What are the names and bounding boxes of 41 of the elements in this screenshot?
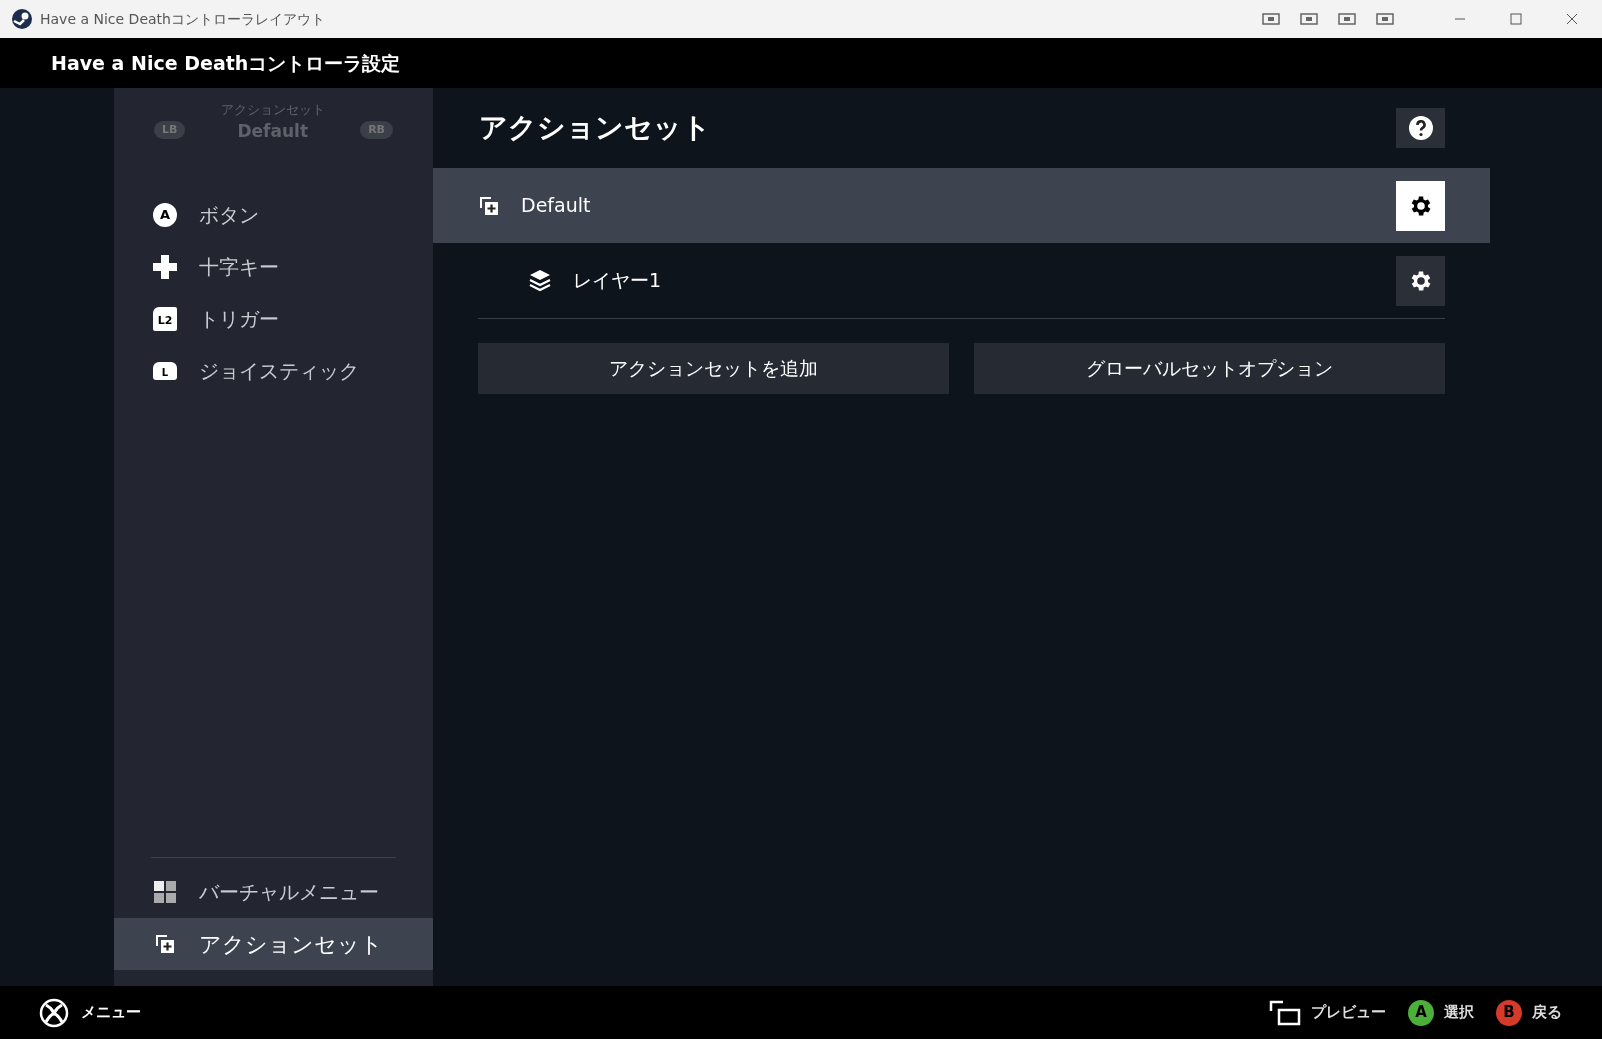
sidebar-item[interactable]: 十字キー xyxy=(114,241,433,293)
menu-label[interactable]: メニュー xyxy=(81,1001,141,1024)
dpad-icon xyxy=(152,254,178,280)
app-logo-icon xyxy=(12,9,32,29)
help-icon xyxy=(1407,115,1434,141)
page-title: Have a Nice Deathコントローラ設定 xyxy=(51,50,401,76)
trigger-icon: L2 xyxy=(153,307,177,331)
add-set-icon xyxy=(155,934,175,954)
layer-row[interactable]: レイヤー1 xyxy=(433,243,1490,318)
controller-button-icon[interactable]: B xyxy=(1496,999,1522,1026)
action-button[interactable]: グローバルセットオプション xyxy=(974,343,1445,394)
sidebar-item[interactable]: バーチャルメニュー xyxy=(114,866,433,918)
preview-icon[interactable] xyxy=(1269,999,1301,1026)
grid-icon xyxy=(154,881,176,903)
layout-mode-icon[interactable] xyxy=(1262,13,1280,25)
action-set-value: Default xyxy=(237,120,309,143)
controller-button-icon[interactable]: A xyxy=(1408,999,1434,1026)
sidebar-item[interactable]: L2 トリガー xyxy=(114,293,433,345)
sidebar-item[interactable]: アクションセット xyxy=(114,918,433,970)
settings-button[interactable] xyxy=(1396,255,1445,306)
hint-label: 選択 xyxy=(1444,1002,1474,1024)
hint-label: 戻る xyxy=(1532,1002,1562,1024)
help-button[interactable] xyxy=(1396,108,1445,148)
sidebar-item[interactable]: L ジョイスティック xyxy=(114,345,433,397)
window-title: Have a Nice Deathコントローラレイアウト xyxy=(40,9,325,29)
action-set-icon xyxy=(479,195,499,216)
close-icon[interactable] xyxy=(1566,13,1578,25)
layout-mode-icon[interactable] xyxy=(1376,13,1394,25)
joystick-icon: L xyxy=(153,362,177,380)
sidebar-item[interactable]: A ボタン xyxy=(114,189,433,241)
a-button-icon: A xyxy=(153,203,177,227)
action-button[interactable]: アクションセットを追加 xyxy=(478,343,949,394)
maximize-icon[interactable] xyxy=(1510,13,1522,25)
controller-logo-icon[interactable] xyxy=(39,997,69,1028)
settings-button[interactable] xyxy=(1396,180,1445,231)
section-heading: アクションセット xyxy=(479,110,711,146)
layers-icon xyxy=(529,268,551,293)
layout-mode-icon[interactable] xyxy=(1338,13,1356,25)
hint-label: プレビュー xyxy=(1311,1002,1386,1024)
layout-mode-icon[interactable] xyxy=(1300,13,1318,25)
action-set-row[interactable]: Default xyxy=(433,168,1490,243)
